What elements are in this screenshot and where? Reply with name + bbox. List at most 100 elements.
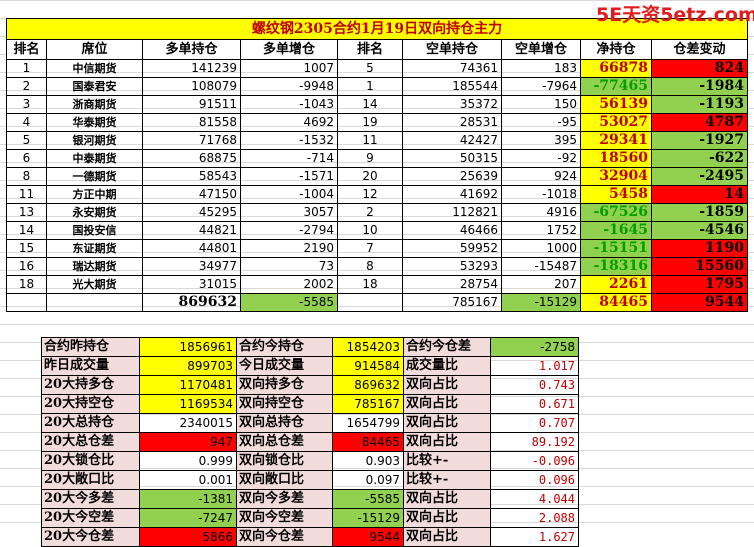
total-short: 785167 — [402, 293, 502, 312]
short-change-cell: 1752 — [501, 221, 581, 240]
short-rank-cell: 10 — [337, 221, 403, 240]
stat-label: 双向总仓差 — [236, 432, 333, 452]
seat-cell: 银河期货 — [46, 131, 143, 150]
rank-cell: 1 — [6, 59, 47, 78]
long-change-cell: -714 — [240, 149, 338, 168]
stat-label: 双向锁仓比 — [236, 451, 333, 471]
long-change-cell: -1571 — [240, 167, 338, 186]
header-short-change: 空单增仓 — [501, 39, 581, 60]
net-cell: -15151 — [580, 239, 652, 258]
totals-blank — [6, 293, 47, 312]
stat-value: 0.999 — [139, 451, 237, 471]
rank-cell: 14 — [6, 221, 47, 240]
stats-table: 合约昨持仓 1856961 合约今持仓 1854203 合约今仓差 -2758 昨日成交量 8… — [41, 337, 579, 547]
short-cell: 41692 — [402, 185, 502, 204]
stat-value: 0.097 — [332, 470, 404, 490]
table-row: 4 华泰期货 81558 4692 19 28531 -95 53027 4787 — [6, 113, 748, 132]
diff-cell: 15560 — [651, 257, 748, 276]
rank-cell: 5 — [6, 131, 47, 150]
table-row: 16 瑞达期货 34977 73 8 53293 -15487 -18316 15560 — [6, 257, 748, 276]
stat-ratio: 89.192 — [490, 432, 579, 452]
stat-label: 合约今持仓 — [236, 337, 333, 357]
net-cell: -77465 — [580, 77, 652, 96]
stats-row: 20大敞口比 0.001 双向敞口比 0.097 比较+- 0.096 — [41, 470, 579, 490]
short-cell: 50315 — [402, 149, 502, 168]
table-row: 11 方正中期 47150 -1004 12 41692 -1018 5458 14 — [6, 185, 748, 204]
long-change-cell: 3057 — [240, 203, 338, 222]
stat-label: 20大持多仓 — [41, 375, 140, 395]
long-cell: 34977 — [142, 257, 241, 276]
short-change-cell: -1018 — [501, 185, 581, 204]
short-rank-cell: 11 — [337, 131, 403, 150]
stat-value: -1381 — [139, 489, 237, 509]
stat-ratio: 0.671 — [490, 394, 579, 414]
table-row: 8 一德期货 58543 -1571 20 25639 924 32904 -2495 — [6, 167, 748, 186]
header-short-rank: 排名 — [337, 39, 403, 60]
stat-label: 20大今空差 — [41, 508, 140, 528]
stat-value: 869632 — [332, 375, 404, 395]
stat-label: 双向今空差 — [236, 508, 333, 528]
seat-cell: 中信期货 — [46, 59, 143, 78]
stat-ratio: 0.707 — [490, 413, 579, 433]
diff-cell: 14 — [651, 185, 748, 204]
net-cell: 56139 — [580, 95, 652, 114]
diff-cell: -2495 — [651, 167, 748, 186]
rank-cell: 16 — [6, 257, 47, 276]
stat-value: 9544 — [332, 527, 404, 547]
long-cell: 68875 — [142, 149, 241, 168]
seat-cell: 方正中期 — [46, 185, 143, 204]
table-row: 18 光大期货 31015 2002 18 28754 207 2261 1795 — [6, 275, 748, 294]
stats-row: 20大总仓差 947 双向总仓差 84465 双向占比 89.192 — [41, 432, 579, 452]
stat-value: -5585 — [332, 489, 404, 509]
header-long-change: 多单增仓 — [240, 39, 338, 60]
stat-ratio: 4.044 — [490, 489, 579, 509]
short-change-cell: -92 — [501, 149, 581, 168]
long-change-cell: 4692 — [240, 113, 338, 132]
short-cell: 59952 — [402, 239, 502, 258]
long-cell: 141239 — [142, 59, 241, 78]
seat-cell: 一德期货 — [46, 167, 143, 186]
stat-label: 双向占比 — [403, 375, 491, 395]
stat-value: 785167 — [332, 394, 404, 414]
total-long: 869632 — [142, 293, 241, 312]
net-cell: -1645 — [580, 221, 652, 240]
short-cell: 185544 — [402, 77, 502, 96]
short-change-cell: 4916 — [501, 203, 581, 222]
seat-cell: 光大期货 — [46, 275, 143, 294]
diff-cell: 4787 — [651, 113, 748, 132]
stat-label: 今日成交量 — [236, 356, 333, 376]
table-row: 14 国投安信 44821 -2794 10 46466 1752 -1645 -4546 — [6, 221, 748, 240]
stat-value: 5866 — [139, 527, 237, 547]
short-rank-cell: 14 — [337, 95, 403, 114]
stats-row: 20大持多仓 1170481 双向持多仓 869632 双向占比 0.743 — [41, 375, 579, 395]
position-table: 螺纹钢2305合约1月19日双向持仓主力 排名 席位 多单持仓 多单增仓 排名 … — [6, 18, 748, 312]
long-change-cell: -9948 — [240, 77, 338, 96]
stats-row: 20大今空差 -7247 双向今空差 -15129 双向占比 2.088 — [41, 508, 579, 528]
short-cell: 28531 — [402, 113, 502, 132]
stat-label: 双向占比 — [403, 432, 491, 452]
stat-label: 20大今多差 — [41, 489, 140, 509]
net-cell: 29341 — [580, 131, 652, 150]
short-change-cell: 207 — [501, 275, 581, 294]
short-cell: 42427 — [402, 131, 502, 150]
stat-value: 1856961 — [139, 337, 237, 357]
stat-ratio: 0.096 — [490, 470, 579, 490]
total-diff: 9544 — [651, 293, 748, 312]
stat-value: 1854203 — [332, 337, 404, 357]
short-change-cell: 1000 — [501, 239, 581, 258]
stat-ratio: 1.627 — [490, 527, 579, 547]
long-cell: 31015 — [142, 275, 241, 294]
rank-cell: 6 — [6, 149, 47, 168]
stat-label: 合约今仓差 — [403, 337, 491, 357]
header-rank: 排名 — [6, 39, 47, 60]
long-change-cell: -2794 — [240, 221, 338, 240]
short-rank-cell: 1 — [337, 77, 403, 96]
short-change-cell: 183 — [501, 59, 581, 78]
short-rank-cell: 7 — [337, 239, 403, 258]
stat-value: 1170481 — [139, 375, 237, 395]
diff-cell: -4546 — [651, 221, 748, 240]
stat-value: 914584 — [332, 356, 404, 376]
stat-label: 比较+- — [403, 470, 491, 490]
totals-row: 869632 -5585 785167 -15129 84465 9544 — [6, 293, 748, 312]
stat-label: 双向今多差 — [236, 489, 333, 509]
